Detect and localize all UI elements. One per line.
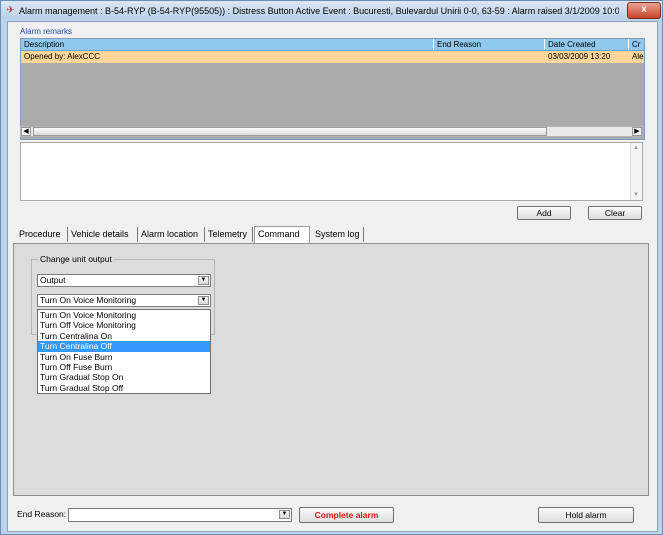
grid-header: Description End Reason Date Created Cr — [21, 39, 644, 51]
chevron-down-icon[interactable]: ▼ — [198, 276, 209, 285]
dropdown-option[interactable]: Turn On Voice Monitoring — [38, 310, 210, 320]
scroll-left-arrow-icon[interactable]: ◀ — [21, 127, 31, 136]
column-header-created-by[interactable]: Cr — [629, 39, 644, 50]
complete-alarm-button[interactable]: Complete alarm — [299, 507, 394, 523]
dropdown-option[interactable]: Turn Off Fuse Burn — [38, 362, 210, 372]
command-select[interactable]: Turn On Voice Monitoring ▼ — [37, 294, 211, 307]
tab-alarm-location[interactable]: Alarm location — [138, 227, 205, 242]
tab-system-log[interactable]: System log — [312, 227, 364, 242]
end-reason-select[interactable]: ▼ — [68, 508, 292, 522]
column-header-description[interactable]: Description — [21, 39, 434, 50]
remark-text-area[interactable]: ▲ ▼ — [20, 142, 643, 201]
alarm-remarks-label: Alarm remarks — [20, 27, 73, 36]
output-type-select[interactable]: Output ▼ — [37, 274, 211, 287]
dropdown-option[interactable]: Turn On Fuse Burn — [38, 352, 210, 362]
close-icon: x — [641, 4, 647, 15]
cell-description: Opened by: AlexCCC — [24, 52, 101, 61]
alarm-remarks-grid[interactable]: Description End Reason Date Created Cr O… — [20, 38, 645, 140]
clear-remark-button[interactable]: Clear — [588, 206, 642, 220]
scroll-right-arrow-icon[interactable]: ▶ — [632, 127, 642, 136]
tab-procedure[interactable]: Procedure — [16, 227, 68, 242]
cell-created-by: Ale — [632, 52, 644, 61]
grid-horizontal-scrollbar[interactable]: ◀ ▶ — [20, 126, 643, 137]
alarm-app-icon: ✈ — [6, 5, 15, 16]
hold-alarm-button[interactable]: Hold alarm — [538, 507, 634, 523]
dropdown-option[interactable]: Turn Gradual Stop Off — [38, 383, 210, 393]
title-bar[interactable]: ✈ Alarm management : B-54-RYP (B-54-RYP(… — [1, 1, 662, 20]
dropdown-option-highlighted[interactable]: Turn Centralina Off — [38, 341, 210, 352]
scroll-down-arrow-icon[interactable]: ▼ — [633, 192, 639, 198]
add-remark-button[interactable]: Add — [517, 206, 571, 220]
window-title: Alarm management : B-54-RYP (B-54-RYP(95… — [19, 6, 619, 16]
end-reason-label: End Reason: — [17, 509, 67, 519]
command-select-value: Turn On Voice Monitoring — [40, 295, 137, 305]
alarm-management-window: ✈ Alarm management : B-54-RYP (B-54-RYP(… — [0, 0, 663, 535]
tab-vehicle-details[interactable]: Vehicle details — [68, 227, 138, 242]
tab-command[interactable]: Command — [254, 226, 310, 243]
dropdown-option[interactable]: Turn Gradual Stop On — [38, 372, 210, 382]
window-client-area: Alarm remarks Description End Reason Dat… — [7, 21, 658, 532]
tab-telemetry[interactable]: Telemetry — [205, 227, 253, 242]
dropdown-option[interactable]: Turn Off Voice Monitoring — [38, 320, 210, 330]
cell-end-reason — [434, 51, 545, 63]
scroll-thumb[interactable] — [33, 127, 547, 136]
remark-vertical-scrollbar[interactable]: ▲ ▼ — [630, 143, 642, 200]
group-legend: Change unit output — [38, 254, 114, 264]
column-header-date-created[interactable]: Date Created — [545, 39, 629, 50]
chevron-down-icon[interactable]: ▼ — [279, 510, 290, 519]
scroll-up-arrow-icon[interactable]: ▲ — [633, 145, 639, 151]
dropdown-option[interactable]: Turn Centralina On — [38, 331, 210, 341]
cell-date-created: 03/03/2009 13:20 — [548, 52, 611, 61]
table-row[interactable]: Opened by: AlexCCC 03/03/2009 13:20 Ale — [21, 51, 644, 63]
command-dropdown-list[interactable]: Turn On Voice Monitoring Turn Off Voice … — [37, 309, 211, 394]
output-type-value: Output — [40, 275, 66, 285]
close-button[interactable]: x — [627, 2, 661, 19]
column-header-end-reason[interactable]: End Reason — [434, 39, 545, 50]
chevron-down-icon[interactable]: ▼ — [198, 296, 209, 305]
